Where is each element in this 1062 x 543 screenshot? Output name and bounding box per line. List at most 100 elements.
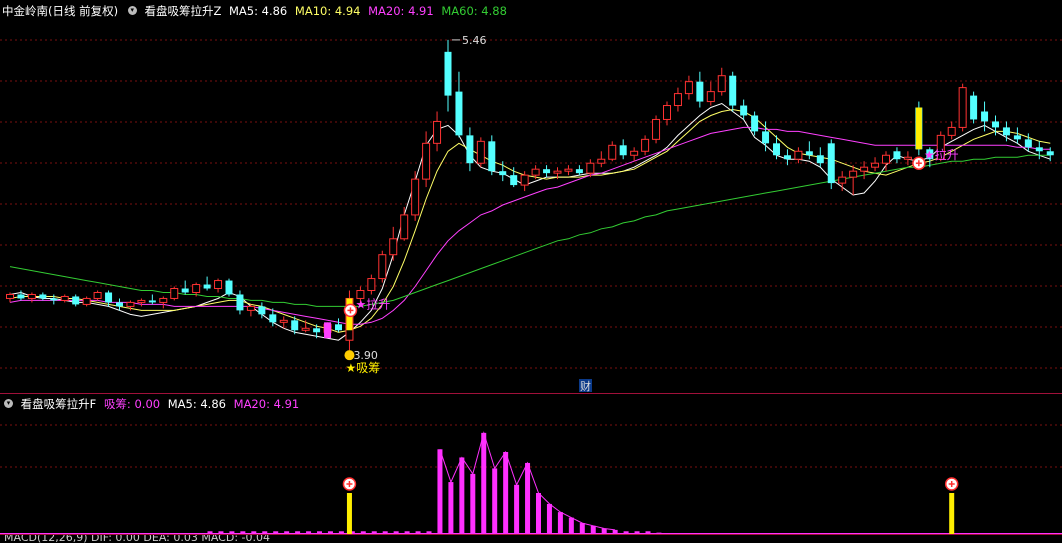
- candle-body: [455, 91, 463, 136]
- candle-body: [673, 93, 682, 107]
- candle-body: [663, 105, 671, 120]
- candle-body: [762, 131, 770, 144]
- candle-body: [531, 168, 540, 176]
- candle-body: [882, 154, 890, 164]
- candle-body: [400, 214, 409, 240]
- candle: [630, 147, 639, 162]
- candle-body: [773, 143, 780, 156]
- cai-label: 财: [580, 379, 591, 393]
- candle-body: [970, 95, 978, 120]
- candle-body: [291, 320, 299, 331]
- candle: [696, 71, 704, 108]
- candle: [236, 290, 244, 315]
- candle: [93, 290, 102, 301]
- candle-body: [717, 75, 726, 93]
- candle: [717, 67, 726, 96]
- main-chart[interactable]: 5.463.90★吸筹★拉升★拉升财: [0, 0, 1062, 393]
- candle-body: [105, 292, 113, 303]
- candle-body: [564, 168, 573, 172]
- candle: [433, 111, 442, 152]
- candle: [827, 139, 835, 190]
- candle-body: [301, 327, 310, 331]
- candle-body: [827, 143, 835, 184]
- candle-body: [378, 254, 387, 280]
- candle: [893, 147, 901, 164]
- candle: [203, 276, 211, 291]
- xichou-bar: [546, 503, 552, 534]
- candle: [137, 298, 146, 307]
- xichou-label: ★吸筹: [345, 361, 380, 375]
- candle: [575, 165, 583, 176]
- candle: [17, 290, 25, 301]
- xichou-bar: [459, 457, 465, 534]
- candle: [50, 294, 58, 305]
- sub-signal-bar: [949, 493, 955, 534]
- candle: [543, 165, 551, 178]
- candle-body: [729, 75, 737, 106]
- candle-body: [170, 288, 179, 299]
- candle: [225, 278, 233, 297]
- candle-body: [1013, 135, 1021, 140]
- candle-body: [389, 238, 398, 256]
- candle-body: [575, 169, 583, 174]
- candle: [597, 151, 606, 168]
- candle: [1013, 127, 1021, 144]
- candle-body: [499, 171, 507, 176]
- sub-lasheng-icon: [944, 477, 959, 491]
- macd-header: MACD(12,26,9) DIF: 0.00 DEA: 0.03 MACD: …: [0, 535, 1062, 543]
- candle: [159, 296, 168, 309]
- candle: [116, 298, 123, 311]
- candle-body: [903, 156, 912, 160]
- candle: [849, 165, 858, 196]
- candle-body: [706, 91, 715, 103]
- candle-body: [608, 144, 617, 160]
- lasheng-label-2: ★拉升: [924, 147, 959, 162]
- candle-body: [335, 324, 342, 331]
- candle-body: [805, 151, 813, 156]
- candle-body: [17, 294, 25, 299]
- xichou-bar: [536, 493, 541, 534]
- candle: [684, 75, 693, 100]
- candle-body: [1024, 139, 1032, 148]
- candle: [641, 135, 650, 156]
- xichou-bar: [579, 523, 585, 534]
- candle: [871, 157, 880, 172]
- candle-body: [116, 302, 123, 307]
- sub-chart[interactable]: [0, 395, 1062, 543]
- candle-body: [148, 300, 156, 303]
- candle: [751, 111, 759, 136]
- xichou-bar: [525, 462, 531, 534]
- candle-body: [849, 170, 858, 178]
- candle: [170, 286, 179, 301]
- candle-body: [159, 297, 168, 303]
- xichou-bar: [470, 473, 476, 534]
- candle: [444, 39, 452, 112]
- candle: [608, 141, 617, 162]
- candle: [838, 171, 847, 192]
- candle-body: [1002, 127, 1010, 136]
- candle-body: [838, 176, 847, 184]
- candle-body: [60, 295, 69, 301]
- candle: [181, 280, 189, 295]
- xichou-candle: [324, 322, 332, 339]
- xichou-bar: [503, 452, 509, 534]
- candle: [301, 320, 310, 333]
- candle-body: [543, 169, 551, 174]
- candle: [762, 121, 770, 152]
- candle-body: [411, 178, 420, 216]
- candle-body: [652, 118, 661, 140]
- candle: [455, 71, 463, 138]
- candle-body: [313, 328, 321, 333]
- candle: [564, 165, 573, 176]
- sub-lasheng-icon: [342, 477, 357, 491]
- candle-body: [860, 166, 869, 172]
- candle-body: [958, 87, 967, 128]
- candle-body: [203, 284, 211, 289]
- candle-body: [684, 81, 693, 95]
- candle: [400, 206, 409, 241]
- xichou-bar: [568, 517, 574, 534]
- candle: [958, 83, 967, 132]
- candle: [466, 127, 474, 172]
- xichou-bar: [590, 525, 596, 534]
- candle-body: [641, 138, 650, 152]
